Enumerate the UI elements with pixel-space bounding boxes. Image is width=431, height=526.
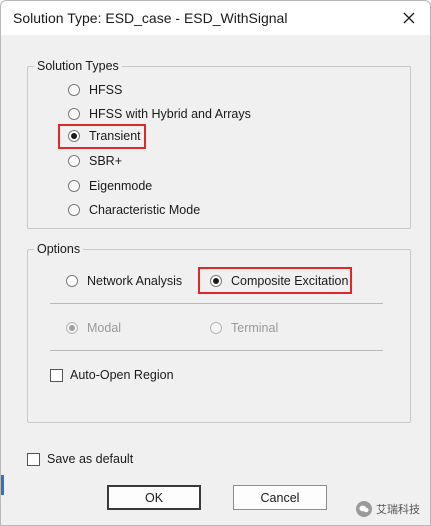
radio-hfss-hybrid-arrays[interactable]: HFSS with Hybrid and Arrays [68,105,251,123]
auto-open-region-checkbox-box[interactable] [50,368,63,382]
auto-open-region-checkbox[interactable]: Auto-Open Region [50,366,174,384]
radio-terminal[interactable]: Terminal [210,319,278,337]
radio-characteristic-mode[interactable]: Characteristic Mode [68,201,200,219]
solution-types-group: Solution Types HFSS HFSS with Hybrid and… [27,59,411,229]
radio-hfss-hybrid-arrays-indicator[interactable] [68,108,80,120]
ok-button[interactable]: OK [107,485,201,510]
radio-sbr-plus-indicator[interactable] [68,155,80,167]
auto-open-region-label: Auto-Open Region [70,368,174,382]
radio-transient-label: Transient [89,129,141,143]
radio-modal[interactable]: Modal [66,319,121,337]
radio-composite-excitation[interactable]: Composite Excitation [210,272,348,290]
window-edge-accent [1,475,4,495]
radio-hfss-indicator[interactable] [68,84,80,96]
options-group: Options Network Analysis Composite Excit… [27,242,411,423]
radio-sbr-plus-label: SBR+ [89,154,123,168]
radio-terminal-label: Terminal [231,321,279,335]
radio-transient[interactable]: Transient [68,127,141,145]
radio-composite-excitation-indicator[interactable] [210,275,222,287]
radio-transient-indicator[interactable] [68,130,80,142]
radio-characteristic-mode-indicator[interactable] [68,204,80,216]
close-icon [403,12,415,24]
window-title: Solution Type: ESD_case - ESD_WithSignal [13,10,288,26]
radio-eigenmode-label: Eigenmode [89,179,153,193]
title-bar: Solution Type: ESD_case - ESD_WithSignal [1,1,430,35]
radio-modal-indicator[interactable] [66,322,78,334]
save-as-default-label: Save as default [47,452,134,466]
solution-type-dialog: Solution Type: ESD_case - ESD_WithSignal… [0,0,431,526]
save-as-default-checkbox[interactable]: Save as default [27,450,133,468]
wechat-bubbles-icon [359,505,369,513]
radio-modal-label: Modal [87,321,122,335]
radio-network-analysis[interactable]: Network Analysis [66,272,182,290]
radio-terminal-indicator[interactable] [210,322,222,334]
radio-network-analysis-indicator[interactable] [66,275,78,287]
radio-eigenmode[interactable]: Eigenmode [68,177,152,195]
radio-sbr-plus[interactable]: SBR+ [68,152,122,170]
wechat-icon [356,501,372,517]
options-separator-bottom [50,350,383,351]
cancel-button[interactable]: Cancel [233,485,327,510]
radio-hfss-label: HFSS [89,83,123,97]
close-button[interactable] [394,3,424,33]
options-separator-top [50,303,383,304]
radio-composite-excitation-label: Composite Excitation [231,274,349,288]
radio-hfss[interactable]: HFSS [68,81,122,99]
watermark: 艾瑞科技 [356,501,420,517]
radio-network-analysis-label: Network Analysis [87,274,183,288]
options-legend: Options [34,242,84,256]
solution-types-legend: Solution Types [34,59,122,73]
radio-characteristic-mode-label: Characteristic Mode [89,203,201,217]
radio-hfss-hybrid-arrays-label: HFSS with Hybrid and Arrays [89,107,251,121]
radio-eigenmode-indicator[interactable] [68,180,80,192]
watermark-text: 艾瑞科技 [376,504,420,516]
save-as-default-checkbox-box[interactable] [27,452,40,466]
